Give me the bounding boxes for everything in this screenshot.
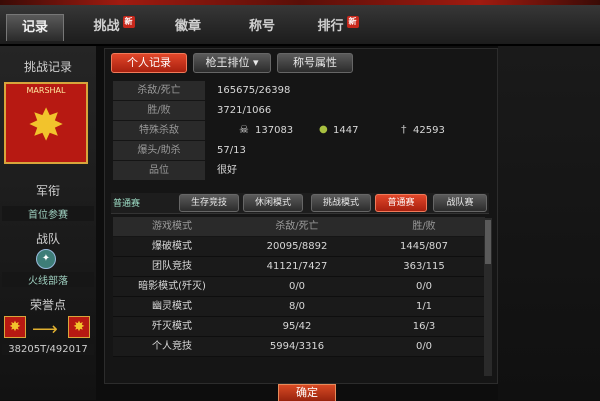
cell-winloss: 16/3	[412, 321, 436, 332]
skull-icon: ☠	[239, 123, 249, 136]
cell-mode: 歼灭模式	[152, 321, 192, 332]
cell-mode: 暗影模式(歼灭)	[138, 281, 206, 292]
cell-mode: 团队竞技	[152, 261, 192, 272]
cell-mode: 爆破模式	[152, 241, 192, 252]
stat-grade: 品位 很好	[113, 161, 489, 180]
tab-badges-label: 徽章	[174, 19, 201, 34]
table-row: 歼灭模式 95/42 16/3	[113, 317, 485, 337]
honor-progress: 38205T/492017	[2, 344, 94, 355]
stat-value: 57/13	[217, 145, 246, 156]
cell-winloss: 0/0	[415, 341, 433, 352]
table-row: 暗影模式(歼灭) 0/0 0/0	[113, 277, 485, 297]
honor-title: 荣誉点	[29, 298, 66, 312]
grenade-kills: 1447	[333, 125, 359, 136]
stat-label: 品位	[113, 161, 205, 180]
top-tab-bar: 记录 挑战新 徽章 称号 排行新	[0, 0, 600, 46]
tab-normal-match[interactable]: 普通赛	[375, 194, 427, 212]
tab-titles[interactable]: 称号	[234, 14, 290, 40]
tab-record-label: 记录	[21, 20, 48, 35]
stat-win-loss: 胜/败 3721/1066	[113, 101, 489, 120]
knife-icon: †	[401, 123, 407, 136]
stat-headshot-assist: 爆头/助杀 57/13	[113, 141, 489, 160]
cell-mode: 个人竞技	[152, 341, 192, 352]
cell-winloss: 363/115	[403, 261, 445, 272]
tab-clan-match[interactable]: 战队赛	[433, 194, 487, 212]
next-rank-icon: ✸	[68, 316, 90, 338]
stat-label: 特殊杀敌	[113, 121, 205, 140]
tab-badges[interactable]: 徽章	[160, 14, 216, 40]
tab-casual[interactable]: 休闲模式	[243, 194, 303, 212]
table-row: 个人竞技 5994/3316 0/0	[113, 337, 485, 357]
sidebar-title: 挑战记录	[23, 60, 72, 74]
headshot-kills: 137083	[255, 125, 294, 136]
stat-kills-deaths: 杀敌/死亡 165675/26398	[113, 81, 489, 100]
cell-kd: 41121/7427	[266, 261, 328, 272]
chevron-down-icon: ▾	[252, 56, 259, 69]
cell-kd: 95/42	[282, 321, 312, 332]
ranking-dropdown-label: 枪王排位	[205, 56, 250, 69]
current-rank-icon: ✸	[4, 316, 26, 338]
new-badge-icon: 新	[346, 16, 359, 28]
confirm-button[interactable]: 确定	[278, 384, 336, 401]
cell-kd: 5994/3316	[269, 341, 325, 352]
new-badge-icon: 新	[122, 16, 135, 28]
stat-value: 3721/1066	[217, 105, 272, 116]
cell-winloss: 1/1	[415, 301, 433, 312]
rank-emblem: MARSHAL ✸	[4, 82, 88, 164]
table-scrollbar[interactable]	[484, 218, 492, 376]
team-value: 火线部落	[2, 272, 94, 287]
stat-special-kills: 特殊杀敌 ☠ 137083 ● 1447 † 42593	[113, 121, 489, 140]
tab-record[interactable]: 记录	[6, 14, 64, 41]
ranking-dropdown[interactable]: 枪王排位 ▾	[193, 53, 271, 73]
right-empty-pane	[498, 46, 600, 400]
title-properties-button[interactable]: 称号属性	[277, 53, 353, 73]
table-row: 幽灵模式 8/0 1/1	[113, 297, 485, 317]
stat-value: 很好	[217, 165, 237, 176]
profile-sidebar: 挑战记录 MARSHAL ✸ 军衔 首位参赛 战队 ✦ 火线部落 荣誉点 ✸ ⟶…	[0, 46, 96, 400]
personal-record-button[interactable]: 个人记录	[111, 53, 187, 73]
stat-label: 爆头/助杀	[113, 141, 205, 160]
cell-kd: 8/0	[288, 301, 306, 312]
header-mode: 游戏模式	[152, 221, 192, 232]
stat-label: 胜/败	[113, 101, 205, 120]
table-row: 团队竞技 41121/7427 363/115	[113, 257, 485, 277]
table-header: 游戏模式 杀敌/死亡 胜/败	[113, 217, 485, 236]
cell-kd: 0/0	[288, 281, 306, 292]
grenade-icon: ●	[319, 124, 328, 135]
team-emblem-icon: ✦	[36, 249, 56, 269]
stat-value: 165675/26398	[217, 85, 291, 96]
rank-name: MARSHAL	[26, 86, 66, 95]
tab-challenge-mode[interactable]: 挑战模式	[311, 194, 371, 212]
top-decoration-strip	[0, 0, 600, 5]
tab-ranking[interactable]: 排行新	[308, 14, 368, 40]
knife-kills: 42593	[413, 125, 445, 136]
star-icon: ✸	[27, 100, 65, 151]
mode-tab-bar: 普通赛 生存竞技 休闲模式 挑战模式 普通赛 战队赛	[111, 193, 489, 214]
mode-category-label: 普通赛	[113, 199, 141, 209]
stat-label: 杀敌/死亡	[113, 81, 205, 100]
tab-survival[interactable]: 生存竞技	[179, 194, 239, 212]
record-panel: 个人记录 枪王排位 ▾ 称号属性 杀敌/死亡 165675/26398 胜/败 …	[104, 48, 498, 384]
tab-ranking-label: 排行	[317, 19, 344, 34]
tab-challenge[interactable]: 挑战新	[84, 14, 144, 40]
cell-kd: 20095/8892	[266, 241, 328, 252]
medal-title: 军衔	[35, 184, 60, 198]
scrollbar-thumb[interactable]	[485, 220, 491, 264]
cell-winloss: 1445/807	[400, 241, 448, 252]
tab-titles-label: 称号	[248, 19, 275, 34]
header-kd: 杀敌/死亡	[275, 221, 319, 232]
team-title: 战队	[35, 232, 60, 246]
arrow-right-icon: ⟶	[32, 319, 58, 340]
cell-mode: 幽灵模式	[152, 301, 192, 312]
table-row: 爆破模式 20095/8892 1445/807	[113, 237, 485, 257]
header-winloss: 胜/败	[412, 221, 436, 232]
medal-value: 首位参赛	[2, 206, 94, 221]
cell-winloss: 0/0	[415, 281, 433, 292]
tab-challenge-label: 挑战	[93, 19, 120, 34]
